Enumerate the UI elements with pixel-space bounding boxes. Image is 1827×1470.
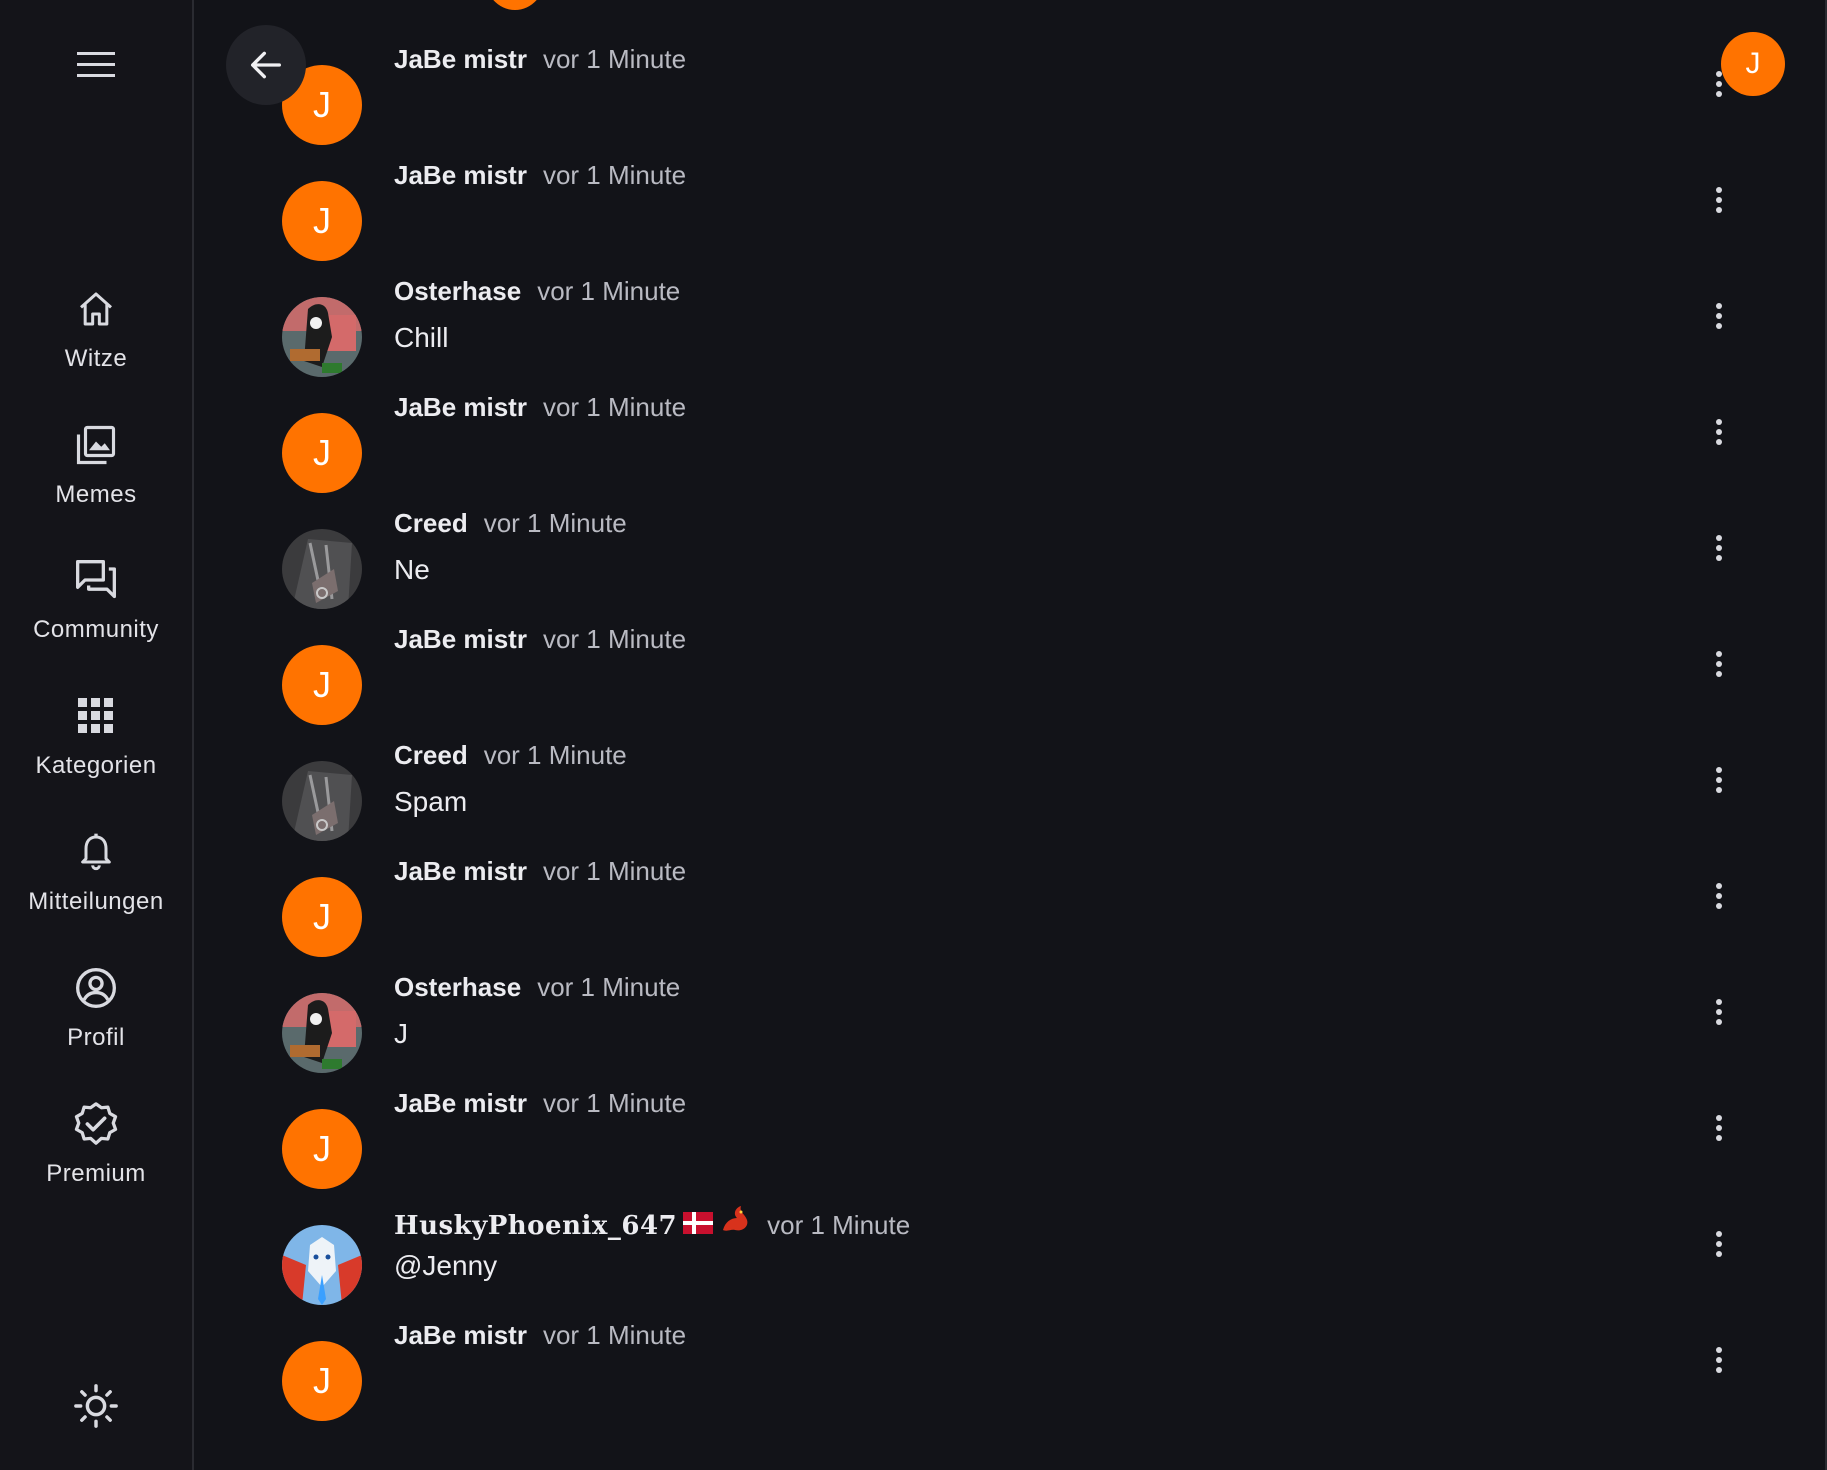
user-avatar-button[interactable]: J [1721,32,1785,96]
message-time: vor 1 Minute [542,392,687,422]
message-text: Ne [394,554,430,585]
avatar[interactable] [282,297,362,377]
grid-icon [72,692,120,740]
more-options-button[interactable] [1707,1108,1731,1148]
message-row: J JaBe mistr vor 1 Minute [194,160,1827,276]
message-row: Osterhase vor 1 Minute Chill [194,276,1827,392]
avatar[interactable]: J [282,413,362,493]
nav-label-memes: Memes [55,481,137,508]
avatar [484,0,546,10]
message-row: J JaBe mistr vor 1 Minute [194,1320,1827,1436]
message-row: Creed vor 1 Minute Spam [194,740,1827,856]
more-options-button[interactable] [1707,412,1731,452]
nav-label-kategorien: Kategorien [35,752,157,779]
message-author[interactable]: Creed [394,508,468,539]
back-button[interactable] [226,25,306,105]
message-time: vor 1 Minute [542,44,687,74]
message-author[interactable]: JaBe mistr [394,160,527,191]
avatar[interactable] [282,529,362,609]
message-row: Creed vor 1 Minute Ne [194,508,1827,624]
arrow-left-icon [251,51,281,79]
images-icon [72,421,120,469]
more-options-button[interactable] [1707,760,1731,800]
sidebar: Witze Memes Community Kategorien Mitteil… [0,0,194,1470]
avatar[interactable]: J [282,181,362,261]
avatar[interactable] [282,1225,362,1305]
nav-item-witze[interactable]: Witze [0,285,192,395]
message-author[interactable]: JaBe mistr [394,44,527,75]
message-time: vor 1 Minute [767,1210,911,1240]
message-time: vor 1 Minute [542,160,687,190]
more-options-button[interactable] [1707,876,1731,916]
nav-item-memes[interactable]: Memes [0,421,192,531]
nav-item-mitteilungen[interactable]: Mitteilungen [0,828,192,938]
message-author[interactable]: JaBe mistr [394,856,527,887]
message-author[interactable]: JaBe mistr [394,624,527,655]
message-author[interactable]: JaBe mistr [394,392,527,423]
message-row: Osterhase vor 1 Minute J [194,972,1827,1088]
message-author[interactable]: HuskyPhoenix_647 [394,1211,677,1241]
message-row: J JaBe mistr vor 1 Minute [194,624,1827,740]
message-text: Chill [394,322,449,353]
bell-icon [72,828,120,876]
message-time: vor 1 Minute [537,972,681,1002]
chat-panel: J J JaBe mistr vor 1 Minute J JaBe mistr… [194,0,1827,1470]
message-row: J JaBe mistr vor 1 Minute [194,392,1827,508]
avatar[interactable] [282,993,362,1073]
more-options-button[interactable] [1707,180,1731,220]
avatar[interactable]: J [282,645,362,725]
message-time: vor 1 Minute [537,276,681,306]
more-options-button[interactable] [1707,644,1731,684]
message-time: vor 1 Minute [483,508,627,538]
nav-label-mitteilungen: Mitteilungen [28,888,164,915]
hamburger-icon[interactable] [70,45,122,85]
more-options-button[interactable] [1707,992,1731,1032]
message-time: vor 1 Minute [483,740,627,770]
avatar[interactable]: J [282,1109,362,1189]
message-row: J JaBe mistr vor 1 Minute [194,856,1827,972]
message-time: vor 1 Minute [542,856,687,886]
more-options-button[interactable] [1707,1340,1731,1380]
message-time: vor 1 Minute [542,1320,687,1350]
message-author[interactable]: Creed [394,740,468,771]
message-author[interactable]: JaBe mistr [394,1320,527,1351]
message-text: @Jenny [394,1250,498,1281]
message-author[interactable]: JaBe mistr [394,1088,527,1119]
verified-badge-icon [72,1100,120,1148]
message-text: J [394,1018,408,1049]
message-time: vor 1 Minute [542,1088,687,1118]
message-author[interactable]: Osterhase [394,972,521,1003]
nav-label-community: Community [33,616,159,643]
dragon-icon [719,1204,751,1234]
forum-icon [72,556,120,604]
avatar[interactable]: J [282,1341,362,1421]
nav-item-kategorien[interactable]: Kategorien [0,692,192,802]
avatar[interactable] [282,761,362,841]
message-row: J JaBe mistr vor 1 Minute [194,1088,1827,1204]
nav-item-premium[interactable]: Premium [0,1100,192,1210]
denmark-flag-icon [683,1212,714,1234]
nav-item-community[interactable]: Community [0,556,192,666]
message-row: J JaBe mistr vor 1 Minute [194,44,1827,160]
home-icon [72,285,120,333]
message-author[interactable]: Osterhase [394,276,521,307]
avatar[interactable]: J [282,877,362,957]
more-options-button[interactable] [1707,1224,1731,1264]
message-text: Spam [394,786,468,817]
profile-icon [72,964,120,1012]
more-options-button[interactable] [1707,528,1731,568]
nav-label-witze: Witze [64,345,128,372]
message-time: vor 1 Minute [542,624,687,654]
nav-label-profil: Profil [67,1024,125,1051]
message-row: HuskyPhoenix_647 vor 1 Minute @Jenny [194,1204,1827,1320]
nav-label-premium: Premium [46,1160,146,1187]
sun-icon[interactable] [70,1380,122,1432]
more-options-button[interactable] [1707,296,1731,336]
nav-item-profil[interactable]: Profil [0,964,192,1074]
